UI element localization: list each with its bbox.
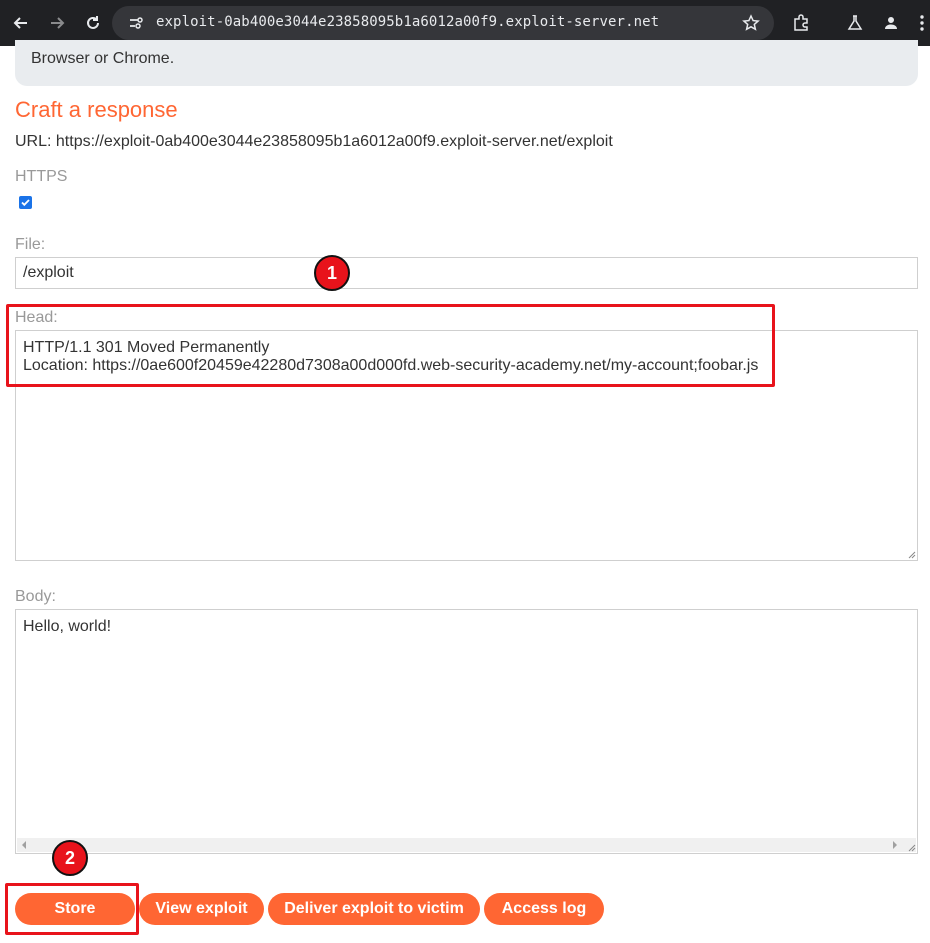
exploit-url: URL: https://exploit-0ab400e3044e2385809… — [15, 133, 613, 150]
body-label: Body: — [15, 588, 56, 605]
head-highlight-box — [6, 304, 775, 387]
horizontal-scrollbar[interactable] — [17, 838, 916, 852]
https-label: HTTPS — [15, 168, 68, 185]
resize-handle-icon[interactable] — [906, 842, 916, 852]
page-title: Craft a response — [15, 97, 178, 122]
notice-text: Browser or Chrome. — [31, 50, 175, 67]
step-badge-2: 2 — [52, 840, 88, 876]
view-exploit-button[interactable]: View exploit — [139, 893, 264, 925]
body-text: Hello, world! — [23, 618, 112, 635]
site-info-icon[interactable] — [124, 11, 148, 35]
resize-handle-icon[interactable] — [906, 549, 916, 559]
file-label: File: — [15, 236, 46, 253]
reload-icon[interactable] — [81, 11, 105, 35]
labs-icon[interactable] — [843, 11, 867, 35]
body-textarea[interactable]: Hello, world! — [15, 609, 918, 854]
deliver-exploit-button[interactable]: Deliver exploit to victim — [268, 893, 480, 925]
profile-icon[interactable] — [879, 11, 903, 35]
address-text: exploit-0ab400e3044e23858095b1a6012a00f9… — [156, 14, 660, 30]
step-badge-1: 1 — [314, 255, 350, 291]
scroll-right-icon[interactable] — [892, 841, 898, 849]
menu-icon[interactable] — [914, 11, 930, 35]
file-input[interactable]: /exploit — [15, 257, 918, 289]
https-checkbox[interactable] — [19, 196, 32, 209]
notice-box: Browser or Chrome. — [15, 40, 918, 86]
access-log-button[interactable]: Access log — [484, 893, 604, 925]
extensions-icon[interactable] — [789, 11, 813, 35]
forward-icon[interactable] — [45, 11, 69, 35]
bookmark-star-icon[interactable] — [739, 11, 763, 35]
scroll-left-icon[interactable] — [21, 841, 27, 849]
back-icon[interactable] — [9, 11, 33, 35]
store-highlight-box — [5, 883, 139, 935]
